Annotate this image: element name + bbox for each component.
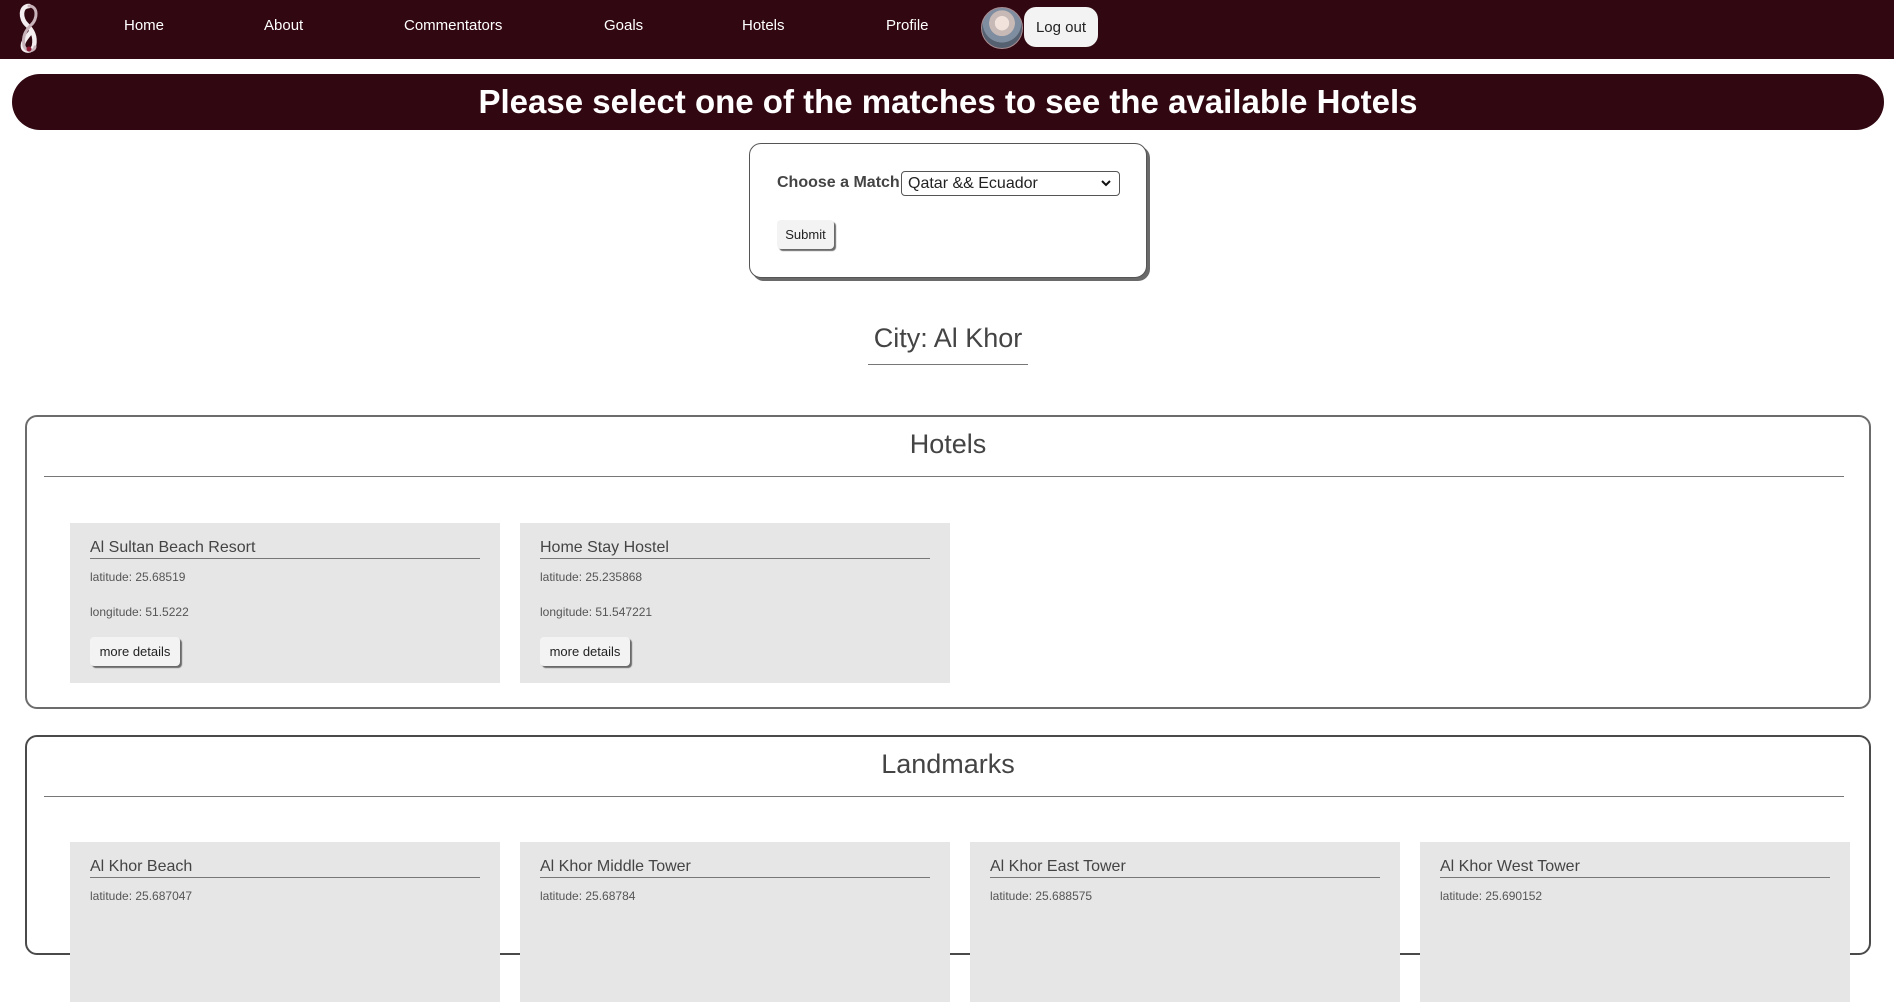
match-label: Choose a Match (777, 174, 900, 191)
landmark-card: Al Khor West Tower latitude: 25.690152 (1420, 842, 1850, 1002)
more-details-button[interactable]: more details (90, 637, 180, 666)
hotel-name: Home Stay Hostel (540, 539, 930, 559)
landmarks-heading: Landmarks (881, 749, 1015, 779)
user-avatar[interactable] (981, 7, 1023, 49)
landmark-name: Al Khor Middle Tower (540, 858, 930, 878)
hotel-longitude: longitude: 51.5222 (90, 605, 189, 619)
hotel-card: Home Stay Hostel latitude: 25.235868 lon… (520, 523, 950, 683)
top-navbar: Home About Commentators Goals Hotels Pro… (0, 0, 1894, 59)
landmark-card: Al Khor Middle Tower latitude: 25.68784 (520, 842, 950, 1002)
landmark-name: Al Khor Beach (90, 858, 480, 878)
logout-button[interactable]: Log out (1024, 7, 1098, 47)
match-select-value: Qatar && Ecuador (908, 174, 1038, 192)
match-form: Choose a Match Qatar && Ecuador Submit (749, 143, 1147, 278)
match-select[interactable]: Qatar && Ecuador (901, 171, 1120, 196)
nav-goals[interactable]: Goals (604, 17, 643, 34)
hotel-longitude: longitude: 51.547221 (540, 605, 653, 619)
landmark-card: Al Khor East Tower latitude: 25.688575 (970, 842, 1400, 1002)
world-cup-emblem-icon[interactable] (14, 3, 44, 55)
landmark-name: Al Khor West Tower (1440, 858, 1830, 878)
hotel-name: Al Sultan Beach Resort (90, 539, 480, 559)
city-title: City: Al Khor (868, 323, 1028, 365)
nav-home[interactable]: Home (124, 17, 164, 34)
submit-button[interactable]: Submit (777, 220, 834, 249)
nav-profile[interactable]: Profile (886, 17, 929, 34)
landmark-name: Al Khor East Tower (990, 858, 1380, 878)
landmark-card: Al Khor Beach latitude: 25.687047 (70, 842, 500, 1002)
hotel-latitude: latitude: 25.68519 (90, 570, 186, 584)
nav-commentators[interactable]: Commentators (404, 17, 502, 34)
landmark-latitude: latitude: 25.690152 (1440, 889, 1543, 903)
hotels-divider (44, 476, 1844, 477)
nav-hotels[interactable]: Hotels (742, 17, 785, 34)
page-banner: Please select one of the matches to see … (12, 74, 1884, 130)
more-details-button[interactable]: more details (540, 637, 630, 666)
landmark-latitude: latitude: 25.68784 (540, 889, 636, 903)
hotels-section: Hotels Al Sultan Beach Resort latitude: … (25, 415, 1871, 709)
landmarks-section: Landmarks Al Khor Beach latitude: 25.687… (25, 735, 1871, 1002)
banner-text: Please select one of the matches to see … (478, 83, 1418, 120)
hotel-latitude: latitude: 25.235868 (540, 570, 643, 584)
landmark-latitude: latitude: 25.688575 (990, 889, 1093, 903)
nav-about[interactable]: About (264, 17, 303, 34)
landmarks-divider (44, 796, 1844, 797)
hotel-card: Al Sultan Beach Resort latitude: 25.6851… (70, 523, 500, 683)
landmark-latitude: latitude: 25.687047 (90, 889, 193, 903)
hotels-heading: Hotels (909, 429, 987, 459)
chevron-down-icon (1101, 180, 1111, 187)
